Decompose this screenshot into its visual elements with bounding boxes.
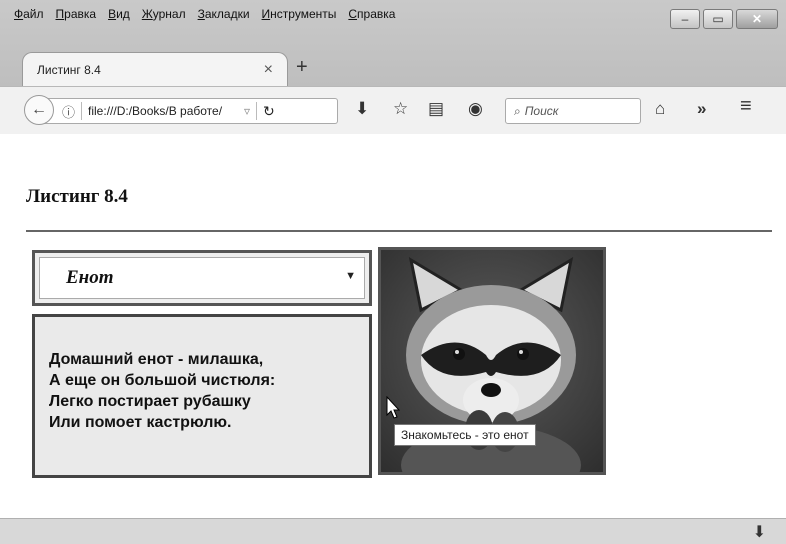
menu-tools[interactable]: Инструменты — [262, 7, 337, 25]
tab-close-icon[interactable]: × — [264, 61, 273, 79]
navigation-toolbar: ⓘ file:///D:/Books/В работе/ ▿ ↻ ← ⬇ ☆ ▤… — [0, 86, 786, 134]
menu-help[interactable]: Справка — [348, 7, 395, 25]
menu-bar: Файл Правка Вид Журнал Закладки Инструме… — [14, 7, 395, 25]
poem-box: Домашний енот - милашка, А еще он большо… — [32, 314, 372, 478]
search-input[interactable]: ⌕ Поиск — [505, 98, 641, 124]
home-icon[interactable]: ⌂ — [655, 99, 665, 119]
reload-icon[interactable]: ↻ — [263, 103, 275, 120]
poem-line: А еще он большой чистюля: — [49, 372, 276, 389]
search-icon: ⌕ — [514, 103, 521, 118]
page-title: Листинг 8.4 — [26, 186, 128, 207]
poem-line: Или помоет кастрюлю. — [49, 414, 232, 431]
poem-line: Легко постирает рубашку — [49, 393, 251, 410]
hamburger-menu-icon[interactable]: ≡ — [740, 95, 752, 118]
separator — [256, 102, 258, 120]
horizontal-rule — [26, 230, 772, 232]
bookmark-star-icon[interactable]: ☆ — [393, 99, 408, 119]
search-placeholder: Поиск — [524, 104, 559, 118]
overflow-button[interactable]: » — [697, 99, 706, 119]
select-field[interactable]: Енот ▼ — [39, 257, 365, 299]
close-window-button[interactable]: ✕ — [736, 9, 778, 29]
back-arrow-icon: ← — [31, 101, 47, 118]
page-content: Листинг 8.4 Енот ▼ Домашний енот - милаш… — [0, 134, 786, 518]
download-icon[interactable]: ⬇ — [355, 99, 369, 119]
separator — [81, 102, 83, 120]
pocket-icon[interactable]: ◉ — [468, 99, 483, 119]
url-text[interactable]: file:///D:/Books/В работе/ — [88, 104, 238, 118]
reading-list-icon[interactable]: ▤ — [428, 99, 444, 119]
menu-view[interactable]: Вид — [108, 7, 130, 25]
image-tooltip: Знакомьтесь - это енот — [394, 424, 536, 446]
poem-line: Домашний енот - милашка, — [49, 351, 264, 368]
menu-history[interactable]: Журнал — [142, 7, 186, 25]
maximize-button[interactable]: ▭ — [703, 9, 733, 29]
dropdown-arrow-icon[interactable]: ▿ — [244, 104, 250, 118]
download-icon[interactable]: ⬇ — [753, 522, 766, 542]
animal-select[interactable]: Енот ▼ — [32, 250, 372, 306]
tab-label: Листинг 8.4 — [37, 62, 101, 77]
window-titlebar: Файл Правка Вид Журнал Закладки Инструме… — [0, 0, 786, 96]
new-tab-button[interactable]: + — [296, 56, 308, 79]
back-button[interactable]: ← — [24, 95, 54, 125]
menu-file[interactable]: Файл — [14, 7, 44, 25]
tab-active[interactable]: Листинг 8.4 × — [22, 52, 288, 86]
window-controls: – ▭ ✕ — [670, 9, 778, 29]
address-bar[interactable]: ⓘ file:///D:/Books/В работе/ ▿ ↻ — [40, 98, 338, 124]
status-bar: ⬇ — [0, 518, 786, 544]
menu-edit[interactable]: Правка — [56, 7, 97, 25]
mouse-cursor-icon — [386, 396, 400, 419]
select-value: Енот — [66, 267, 114, 288]
minimize-button[interactable]: – — [670, 9, 700, 29]
menu-bookmarks[interactable]: Закладки — [198, 7, 250, 25]
chevron-down-icon[interactable]: ▼ — [345, 270, 356, 282]
info-icon[interactable]: ⓘ — [62, 102, 75, 121]
